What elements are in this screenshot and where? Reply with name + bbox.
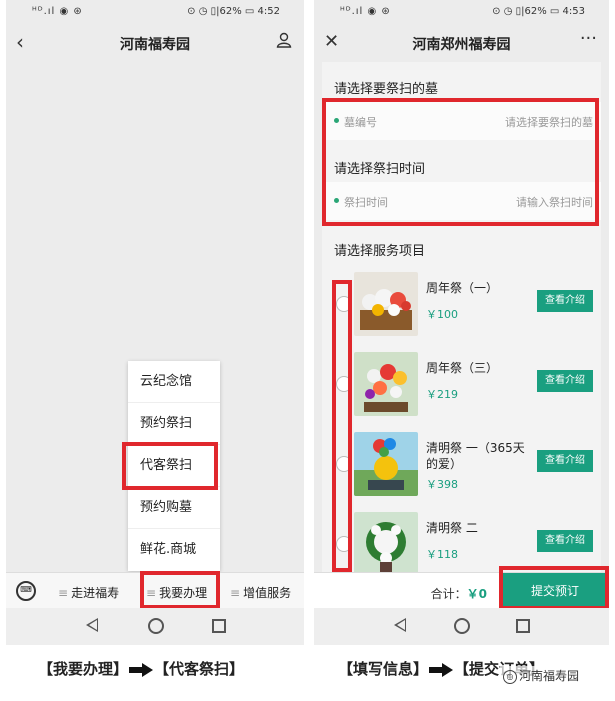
watermark: ◎ 河南福寿园 — [500, 666, 583, 685]
tab-about[interactable]: ≡ 走进福寿 — [58, 584, 119, 601]
signal-wifi-status: ᴴᴰ.ıl ◉ ⊛ — [340, 6, 391, 17]
highlight-submit-button — [499, 566, 609, 610]
flower-image — [354, 432, 418, 496]
highlight-fill-fields — [322, 98, 599, 226]
highlight-tab-handle — [140, 571, 220, 609]
highlight-radio-column — [332, 280, 352, 572]
service-item: 清明祭 一（365天的爱） ￥398 查看介绍 — [322, 426, 601, 506]
service-item: 周年祭（三） ￥219 查看介绍 — [322, 346, 601, 426]
right-phone-screen: ᴴᴰ.ıl ◉ ⊛ ⊙ ◷ ▯|62% ▭ 4:53 ✕ 河南郑州福寿园 ···… — [314, 0, 609, 645]
menu-item-flower-mall[interactable]: 鲜花.商城 — [128, 529, 220, 571]
service-item: 周年祭（一） ￥100 查看介绍 — [322, 266, 601, 346]
total-amount: ￥0 — [466, 587, 487, 601]
page-title: 河南郑州福寿园 — [412, 37, 511, 53]
menu-item-book-visit[interactable]: 预约祭扫 — [128, 403, 220, 445]
left-phone-screen: ᴴᴰ.ıl ◉ ⊛ ⊙ ◷ ▯|62% ▭ 4:52 ‹ 河南福寿园 云纪念馆 … — [6, 0, 304, 645]
menu-item-cloud-memorial[interactable]: 云纪念馆 — [128, 361, 220, 403]
section-tomb-heading: 请选择要祭扫的墓 — [334, 82, 439, 97]
service-name: 周年祭（一） — [426, 281, 499, 295]
service-price: ￥100 — [426, 308, 458, 321]
left-caption: 【我要办理】 【代客祭扫】 — [38, 660, 245, 678]
wechat-icon: ◎ — [503, 669, 517, 684]
home-icon[interactable] — [148, 618, 164, 634]
section-service-heading: 请选择服务项目 — [334, 244, 426, 259]
status-bar: ᴴᴰ.ıl ◉ ⊛ ⊙ ◷ ▯|62% ▭ 4:52 — [6, 0, 304, 24]
service-price: ￥219 — [426, 388, 458, 401]
flower-image — [354, 272, 418, 336]
battery-time-status: ⊙ ◷ ▯|62% ▭ 4:52 — [187, 6, 280, 17]
flower-image — [354, 512, 418, 576]
nav-bar: ✕ 河南郑州福寿园 ··· — [314, 24, 609, 62]
back-icon[interactable] — [394, 618, 406, 632]
arrow-right-icon — [429, 663, 454, 677]
tab-value-added[interactable]: ≡ 增值服务 — [230, 584, 291, 601]
service-price: ￥398 — [426, 478, 458, 491]
service-name: 周年祭（三） — [426, 361, 499, 375]
page-title: 河南福寿园 — [120, 37, 190, 53]
highlight-proxy-visit — [122, 442, 218, 490]
service-price: ￥118 — [426, 548, 458, 561]
system-nav-bar — [314, 608, 609, 645]
keyboard-icon[interactable]: ⌨ — [16, 581, 36, 601]
system-nav-bar — [6, 608, 304, 645]
recent-apps-icon[interactable] — [212, 619, 226, 633]
user-icon[interactable] — [276, 32, 292, 52]
home-icon[interactable] — [454, 618, 470, 634]
view-intro-button[interactable]: 查看介绍 — [537, 370, 593, 392]
signal-wifi-status: ᴴᴰ.ıl ◉ ⊛ — [32, 6, 83, 17]
status-bar: ᴴᴰ.ıl ◉ ⊛ ⊙ ◷ ▯|62% ▭ 4:53 — [314, 0, 609, 24]
service-name: 清明祭 一（365天的爱） — [426, 441, 525, 471]
menu-item-book-tomb[interactable]: 预约购墓 — [128, 487, 220, 529]
recent-apps-icon[interactable] — [516, 619, 530, 633]
service-name: 清明祭 二 — [426, 521, 478, 535]
view-intro-button[interactable]: 查看介绍 — [537, 530, 593, 552]
nav-bar: ‹ 河南福寿园 — [6, 24, 304, 62]
view-intro-button[interactable]: 查看介绍 — [537, 290, 593, 312]
battery-time-status: ⊙ ◷ ▯|62% ▭ 4:53 — [492, 6, 585, 17]
flower-image — [354, 352, 418, 416]
back-icon[interactable] — [86, 618, 98, 632]
view-intro-button[interactable]: 查看介绍 — [537, 450, 593, 472]
more-icon[interactable]: ··· — [580, 28, 597, 49]
total-label: 合计：￥0 — [430, 587, 487, 601]
arrow-right-icon — [129, 663, 154, 677]
